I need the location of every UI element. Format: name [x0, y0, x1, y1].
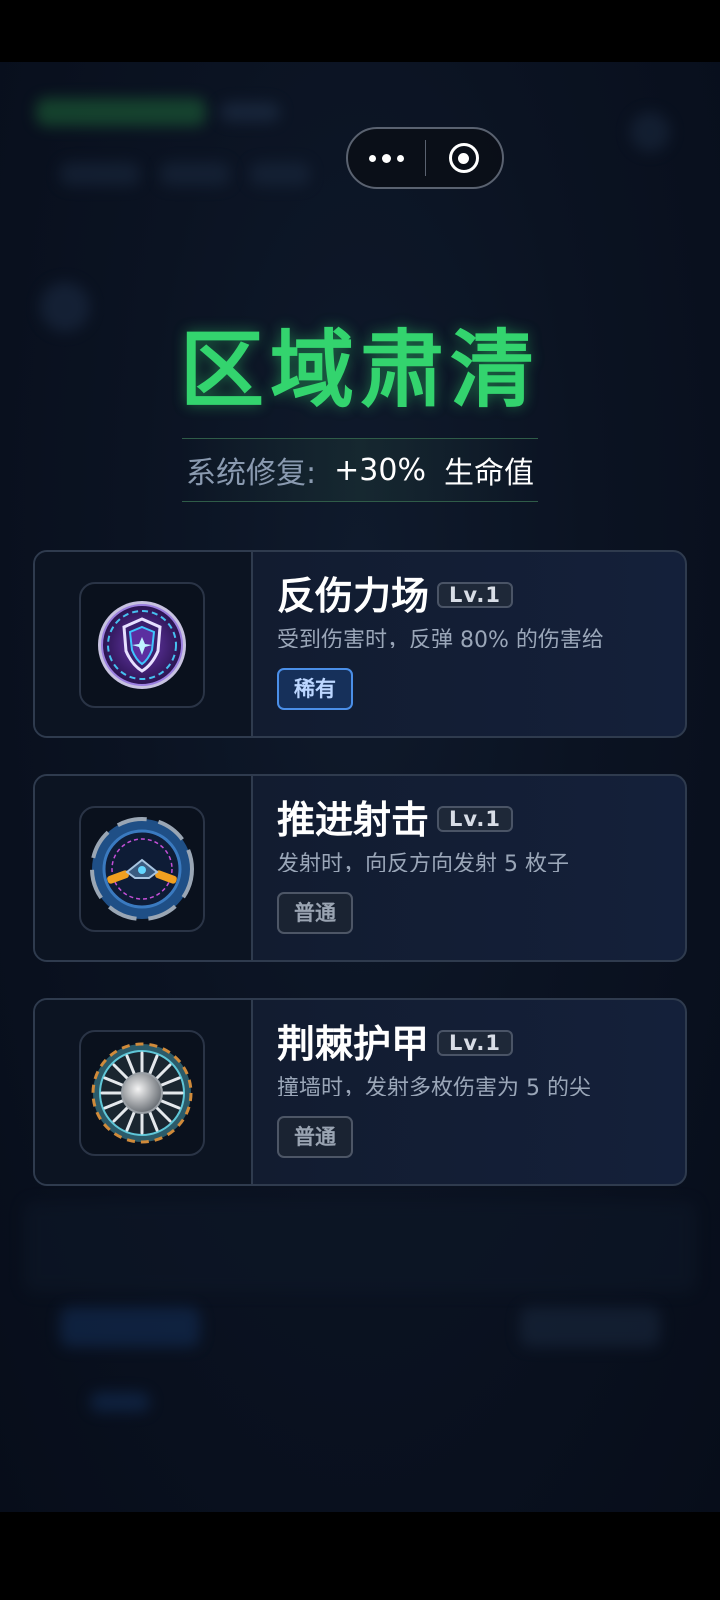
blurred-bg-element: [220, 102, 280, 122]
status-bar: [0, 0, 720, 62]
target-circle-icon: [448, 143, 479, 173]
bonus-label: 系统修复:: [186, 456, 317, 491]
blurred-bg-element: [60, 162, 140, 186]
level-badge: Lv.1: [437, 806, 513, 832]
card-name: 反伤力场: [277, 574, 430, 618]
close-miniprogram-button[interactable]: [426, 129, 503, 187]
result-title: 区域肃清: [179, 321, 540, 419]
bonus-value: +30%: [334, 452, 426, 488]
card-icon-frame: [79, 1030, 205, 1156]
rarity-badge: 普通: [277, 1116, 353, 1158]
card-description: 撞墙时，发射多枚伤害为 5 的尖: [277, 1076, 591, 1096]
bonus-unit: 生命值: [443, 456, 534, 491]
card-description: 受到伤害时，反弹 80% 的伤害给: [277, 628, 604, 648]
card-name: 荆棘护甲: [277, 1022, 430, 1066]
level-badge: Lv.1: [437, 1030, 513, 1056]
blurred-bg-element: [520, 1307, 660, 1347]
card-icon-frame: [79, 806, 205, 932]
skill-card-thorn-armor[interactable]: 荆棘护甲 Lv.1 撞墙时，发射多枚伤害为 5 的尖 普通: [33, 998, 687, 1186]
blurred-bg-element: [90, 1392, 150, 1412]
skill-card-reflect-field[interactable]: 反伤力场 Lv.1 受到伤害时，反弹 80% 的伤害给 稀有: [33, 550, 687, 738]
blurred-bg-element: [630, 112, 670, 152]
card-description: 发射时，向反方向发射 5 枚子: [277, 852, 569, 872]
shield-icon: [98, 601, 186, 689]
card-icon-frame: [79, 582, 205, 708]
rarity-badge: 普通: [277, 892, 353, 934]
miniprogram-capsule: [346, 127, 504, 189]
blurred-bg-element: [24, 1202, 696, 1292]
blurred-bg-element: [160, 162, 230, 186]
bonus-banner: 系统修复: +30% 生命值: [182, 438, 538, 502]
rarity-badge: 稀有: [277, 668, 353, 710]
thruster-ship-icon: [90, 817, 194, 921]
card-name: 推进射击: [277, 798, 430, 842]
blurred-bg-element: [36, 98, 206, 126]
blurred-bg-element: [250, 162, 310, 186]
level-badge: Lv.1: [437, 582, 513, 608]
navigation-bar: [0, 1512, 720, 1600]
spike-wheel-icon: [91, 1042, 193, 1144]
more-button[interactable]: [348, 129, 425, 187]
blurred-bg-element: [60, 1307, 200, 1347]
more-dots-icon: [368, 153, 404, 163]
skill-card-thrust-shot[interactable]: 推进射击 Lv.1 发射时，向反方向发射 5 枚子 普通: [33, 774, 687, 962]
